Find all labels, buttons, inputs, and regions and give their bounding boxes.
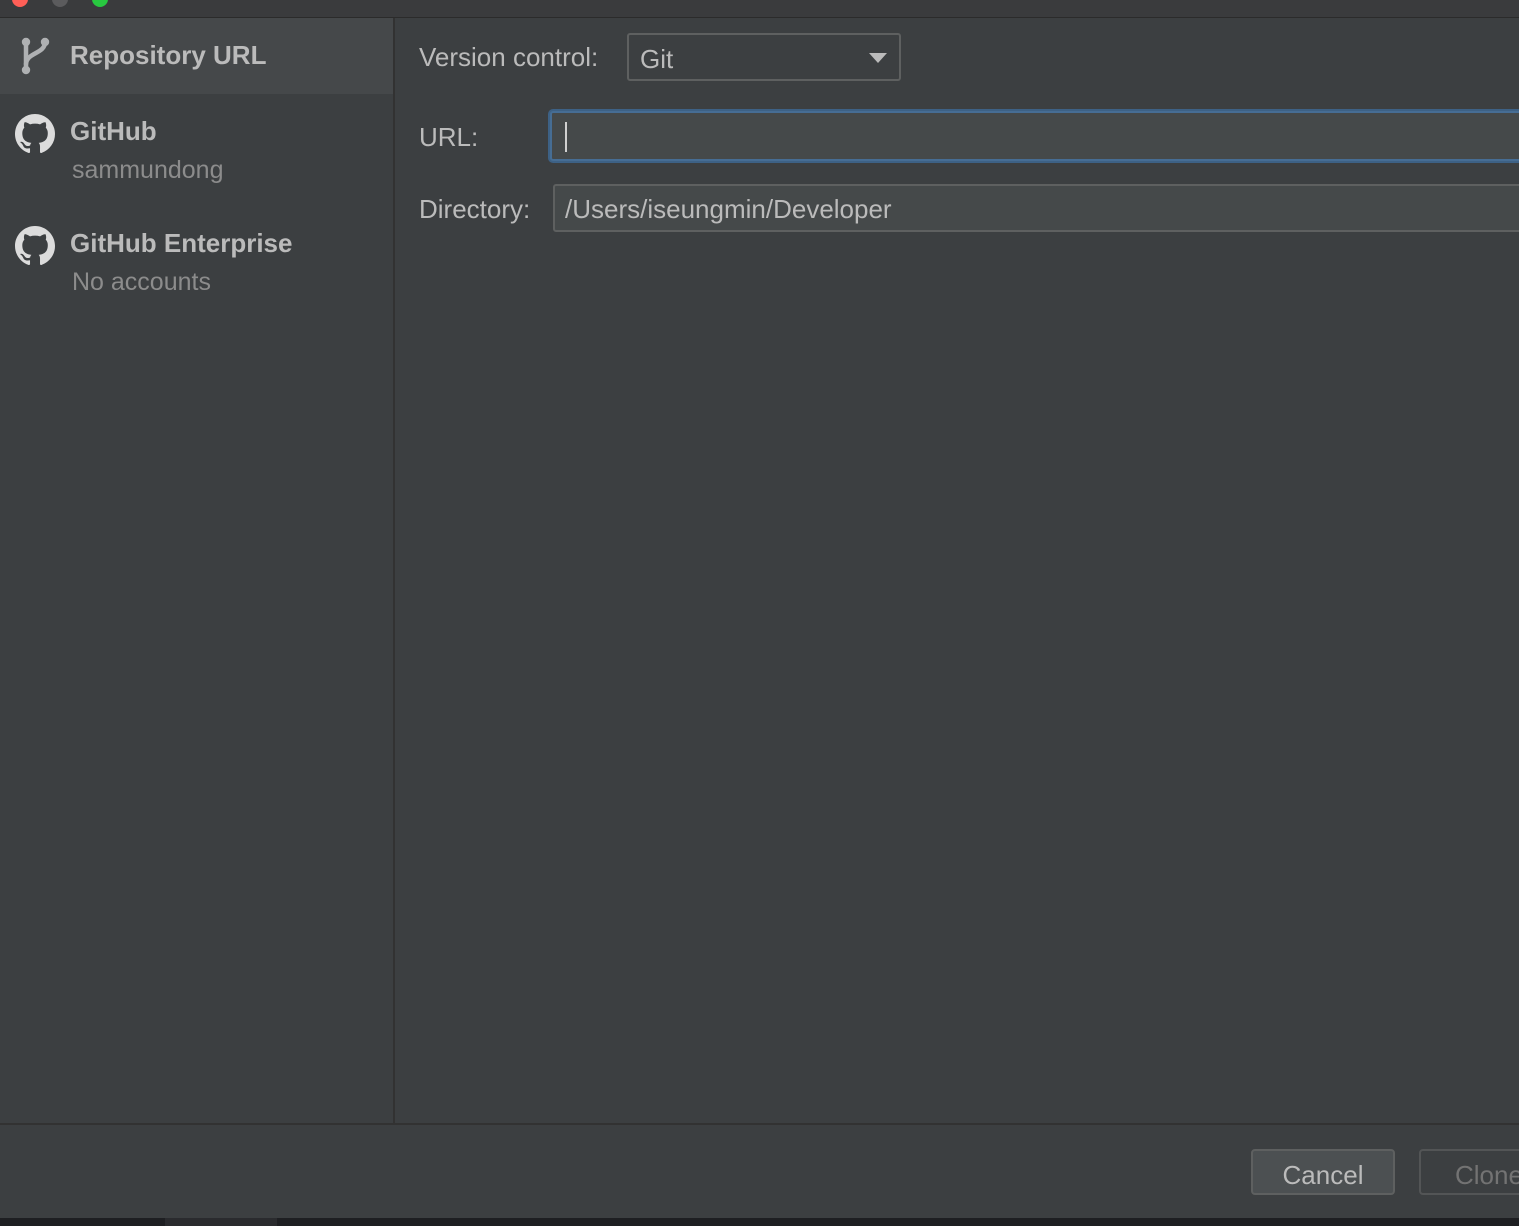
sidebar-item-label: Repository URL xyxy=(70,40,267,70)
dialog-footer: Cancel Clone xyxy=(0,1123,1519,1218)
clone-button-label: Clone xyxy=(1455,1160,1519,1190)
desktop-strip xyxy=(0,1218,1519,1226)
zoom-window-button[interactable] xyxy=(92,0,108,7)
account-status: No accounts xyxy=(72,268,211,296)
directory-value: /Users/iseungmin/Developer xyxy=(565,194,892,224)
github-icon xyxy=(15,114,55,154)
url-input[interactable] xyxy=(550,111,1519,161)
version-control-label: Version control: xyxy=(419,42,599,72)
directory-input[interactable]: /Users/iseungmin/Developer xyxy=(553,184,1519,232)
clone-form: Version control: Git URL: Directory: /Us… xyxy=(395,18,1519,1123)
sidebar-item-label: GitHub xyxy=(70,116,157,146)
sidebar-item-label: GitHub Enterprise xyxy=(70,228,293,258)
directory-label: Directory: xyxy=(419,194,531,224)
cancel-button[interactable]: Cancel xyxy=(1251,1149,1395,1195)
cancel-button-label: Cancel xyxy=(1282,1160,1364,1190)
text-caret xyxy=(565,122,567,152)
sidebar: Repository URL GitHub sammundong GitHub … xyxy=(0,18,395,1123)
sidebar-item-repository-url[interactable]: Repository URL xyxy=(0,18,393,94)
url-label: URL: xyxy=(419,122,479,152)
title-bar xyxy=(0,0,1519,18)
minimize-window-button[interactable] xyxy=(52,0,68,7)
clone-button[interactable]: Clone xyxy=(1419,1149,1519,1195)
account-name: sammundong xyxy=(72,156,224,184)
taskbar-segment xyxy=(165,1218,277,1226)
chevron-down-icon xyxy=(869,53,887,63)
vcs-branch-icon xyxy=(18,36,52,76)
sidebar-item-github-enterprise[interactable]: GitHub Enterprise No accounts xyxy=(0,206,393,318)
close-window-button[interactable] xyxy=(12,0,28,7)
version-control-value: Git xyxy=(640,44,674,74)
clone-dialog: Repository URL GitHub sammundong GitHub … xyxy=(0,0,1519,1218)
version-control-select[interactable]: Git xyxy=(627,33,901,81)
sidebar-item-github[interactable]: GitHub sammundong xyxy=(0,94,393,206)
github-icon xyxy=(15,226,55,266)
